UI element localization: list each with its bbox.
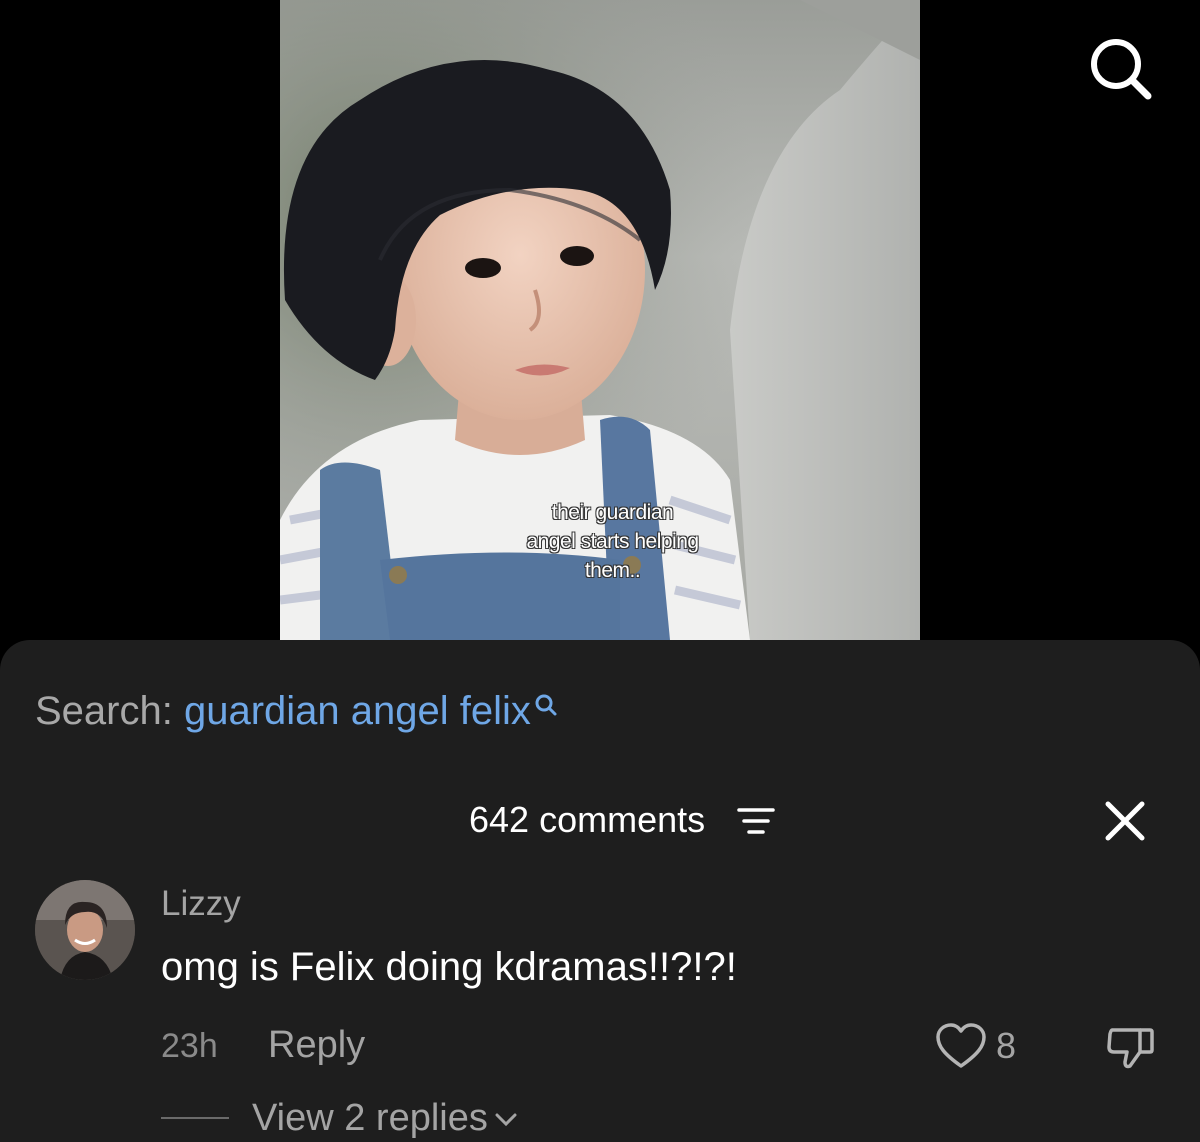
comment-text: omg is Felix doing kdramas!!?!?! xyxy=(161,945,737,989)
like-button[interactable] xyxy=(934,1022,988,1072)
caption-line: them.. xyxy=(584,559,641,582)
screen: their guardian angel starts helping them… xyxy=(0,0,1200,1142)
thumbs-down-icon xyxy=(1107,1028,1154,1069)
dislike-button[interactable] xyxy=(1104,1022,1158,1072)
video-caption: their guardian angel starts helping them… xyxy=(480,498,745,585)
avatar[interactable] xyxy=(35,880,135,980)
view-replies-button[interactable]: View 2 replies xyxy=(252,1095,518,1141)
sort-button[interactable] xyxy=(736,806,776,836)
reply-button[interactable]: Reply xyxy=(268,1022,365,1068)
close-comments-button[interactable] xyxy=(1100,796,1150,846)
comments-count: 642 comments xyxy=(469,799,706,840)
search-suggestion[interactable]: Search: guardian angel felix xyxy=(35,686,559,736)
view-replies-label: View 2 replies xyxy=(252,1097,488,1139)
search-suggestion-term[interactable]: guardian angel felix xyxy=(184,689,531,733)
video-player[interactable]: their guardian angel starts helping them… xyxy=(280,0,920,640)
close-icon xyxy=(1105,801,1145,841)
like-count: 8 xyxy=(996,1025,1017,1066)
caption-line: angel starts helping xyxy=(526,530,699,553)
search-suggestion-prefix: Search: xyxy=(35,689,173,733)
chevron-down-icon xyxy=(495,1113,517,1127)
caption-line: their guardian xyxy=(551,501,674,524)
heart-icon xyxy=(936,1023,986,1068)
replies-divider xyxy=(161,1117,229,1119)
avatar-image xyxy=(35,880,135,980)
search-icon xyxy=(535,694,557,716)
comment-timestamp: 23h xyxy=(161,1027,218,1065)
comment-username[interactable]: Lizzy xyxy=(161,882,241,926)
sort-icon xyxy=(737,808,775,834)
search-button[interactable] xyxy=(1086,34,1156,100)
search-icon xyxy=(1091,39,1152,100)
